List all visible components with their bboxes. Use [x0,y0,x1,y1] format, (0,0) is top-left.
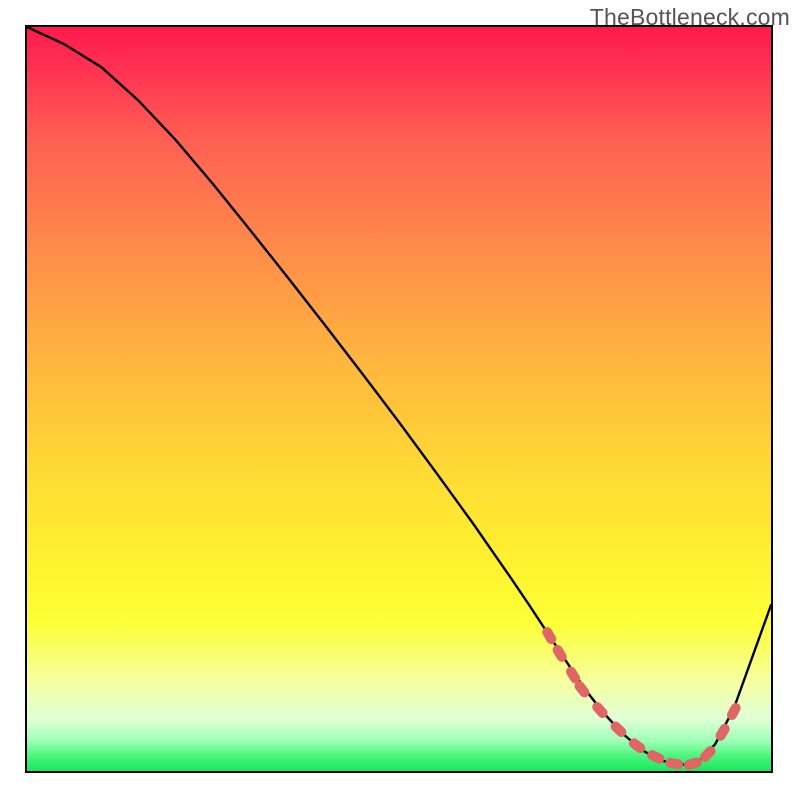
watermark-text: TheBottleneck.com [590,4,790,31]
marker-point [551,643,569,664]
marker-point [590,700,609,720]
marker-point [683,756,703,771]
marker-point [540,625,558,646]
marker-point [714,722,732,743]
marker-point [609,719,629,739]
chart-container: TheBottleneck.com [0,0,800,800]
plot-area [25,25,773,773]
optimal-range-markers [27,27,771,771]
marker-point [627,736,647,755]
marker-point [665,757,684,770]
marker-point [725,701,742,722]
marker-point [645,749,666,766]
